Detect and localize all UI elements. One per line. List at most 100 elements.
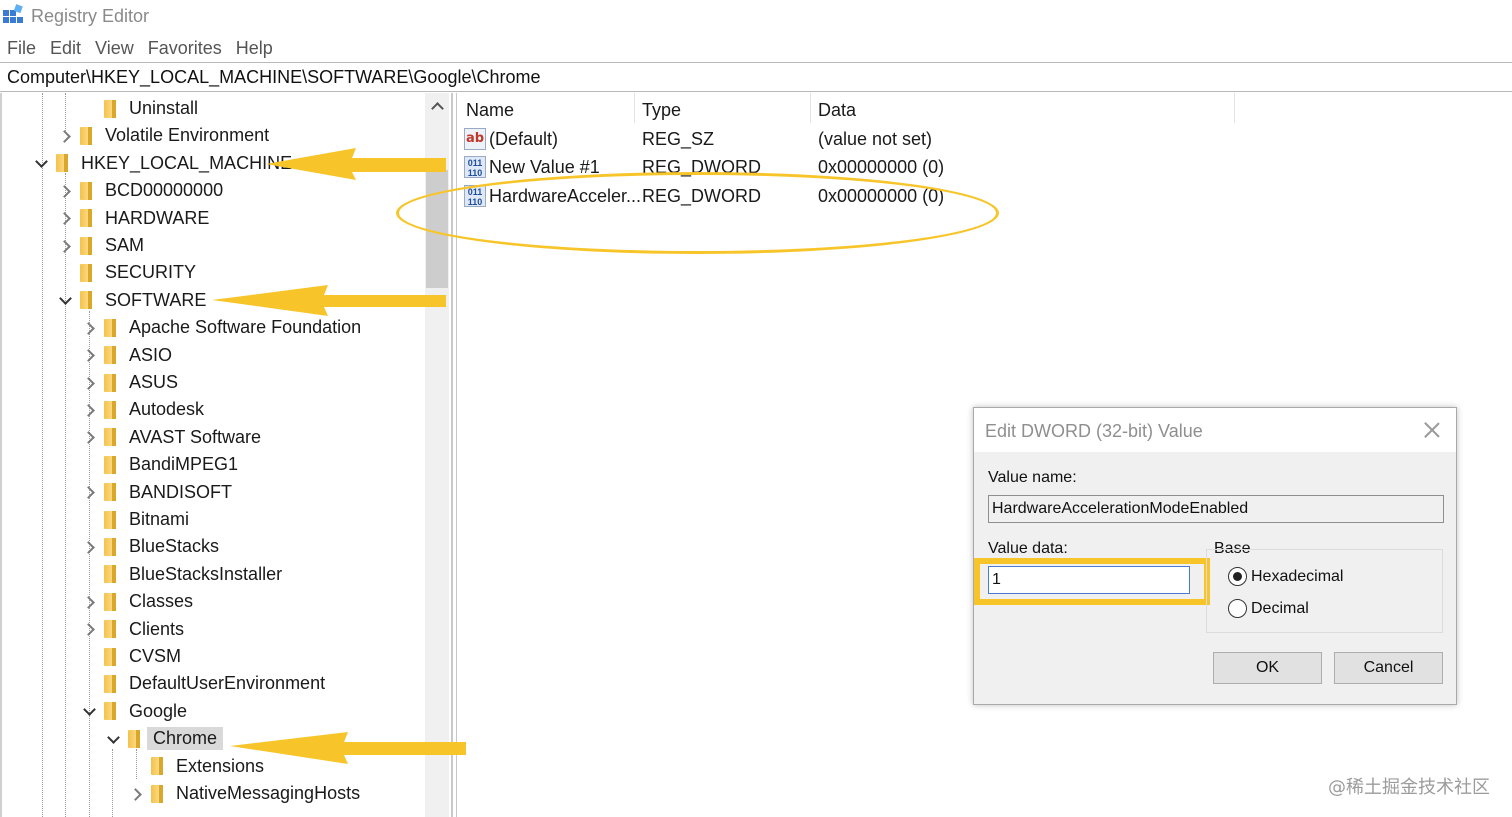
- chevron-right-icon[interactable]: [82, 321, 96, 335]
- chevron-right-icon[interactable]: [58, 184, 72, 198]
- chevron-right-icon[interactable]: [82, 485, 96, 499]
- tree-item[interactable]: BANDISOFT: [82, 479, 232, 506]
- value-row-default[interactable]: ab (Default) REG_SZ (value not set): [458, 125, 1258, 153]
- chevron-right-icon[interactable]: [82, 403, 96, 417]
- column-type[interactable]: Type: [642, 100, 681, 121]
- dialog-title: Edit DWORD (32-bit) Value: [985, 421, 1203, 441]
- tree-item[interactable]: DefaultUserEnvironment: [82, 670, 325, 697]
- chevron-right-icon[interactable]: [129, 787, 143, 801]
- folder-icon: [104, 428, 118, 447]
- folder-icon: [56, 154, 70, 173]
- folder-icon: [80, 291, 94, 310]
- tree-item[interactable]: HARDWARE: [58, 205, 209, 232]
- column-separator[interactable]: [810, 93, 811, 123]
- menu-file[interactable]: File: [7, 36, 36, 60]
- scroll-up-icon[interactable]: [431, 100, 443, 112]
- tree-item-label: Volatile Environment: [105, 125, 270, 146]
- chevron-right-icon[interactable]: [82, 348, 96, 362]
- value-type: REG_SZ: [642, 129, 715, 149]
- chevron-down-icon[interactable]: [34, 156, 48, 170]
- chevron-down-icon[interactable]: [82, 704, 96, 718]
- menu-view[interactable]: View: [95, 36, 134, 60]
- column-name[interactable]: Name: [466, 100, 514, 121]
- chevron-down-icon[interactable]: [106, 732, 120, 746]
- hexadecimal-label[interactable]: Hexadecimal: [1251, 568, 1343, 586]
- tree-item-label: HKEY_LOCAL_MACHINE: [81, 152, 293, 173]
- menu-help[interactable]: Help: [236, 36, 273, 60]
- tree-item[interactable]: Apache Software Foundation: [82, 314, 361, 341]
- tree-item[interactable]: AVAST Software: [82, 424, 261, 451]
- tree-guide-line: [42, 93, 43, 817]
- value-name-field[interactable]: HardwareAccelerationModeEnabled: [988, 495, 1444, 523]
- tree-item[interactable]: Uninstall: [82, 95, 198, 122]
- menu-favorites[interactable]: Favorites: [148, 36, 222, 60]
- tree-item[interactable]: Autodesk: [82, 396, 204, 423]
- address-path[interactable]: Computer\HKEY_LOCAL_MACHINE\SOFTWARE\Goo…: [7, 67, 541, 88]
- tree-item[interactable]: HKEY_LOCAL_MACHINE: [34, 150, 292, 177]
- tree-item-label: Bitnami: [129, 509, 190, 529]
- chevron-right-icon[interactable]: [82, 622, 96, 636]
- decimal-label[interactable]: Decimal: [1251, 600, 1309, 618]
- folder-icon: [80, 126, 94, 145]
- column-separator[interactable]: [1234, 93, 1235, 123]
- tree-item[interactable]: Volatile Environment: [58, 122, 269, 149]
- folder-icon: [104, 537, 118, 556]
- decimal-radio[interactable]: [1228, 599, 1247, 618]
- chevron-down-icon[interactable]: [58, 293, 72, 307]
- tree-item[interactable]: BandiMPEG1: [82, 451, 238, 478]
- folder-icon: [104, 346, 118, 365]
- value-name-label: Value name:: [988, 469, 1077, 486]
- tree-item[interactable]: BlueStacks: [82, 533, 219, 560]
- tree-item[interactable]: NativeMessagingHosts: [129, 780, 360, 807]
- value-data-label: Value data:: [988, 540, 1068, 557]
- tree-item[interactable]: CVSM: [82, 643, 181, 670]
- tree-item-label: Apache Software Foundation: [129, 317, 362, 338]
- chevron-right-icon[interactable]: [82, 376, 96, 390]
- tree-item-label: HARDWARE: [105, 207, 210, 228]
- tree-item[interactable]: ASUS: [82, 369, 178, 396]
- tree-item-label: SECURITY: [105, 262, 197, 283]
- tree-item[interactable]: BCD00000000: [58, 177, 223, 204]
- chevron-right-icon[interactable]: [58, 129, 72, 143]
- tree-item[interactable]: SOFTWARE: [58, 287, 206, 314]
- tree-item-label: NativeMessagingHosts: [176, 783, 361, 803]
- folder-icon: [80, 236, 94, 255]
- address-bar[interactable]: Computer\HKEY_LOCAL_MACHINE\SOFTWARE\Goo…: [0, 62, 1512, 92]
- column-data[interactable]: Data: [818, 100, 856, 121]
- tree-item-label: CVSM: [129, 646, 182, 666]
- annotation-arrow-icon: [212, 285, 446, 316]
- tree-item[interactable]: Chrome: [106, 725, 224, 752]
- tree-item[interactable]: Google: [82, 698, 187, 725]
- window-title: Registry Editor: [31, 6, 150, 26]
- tree-item[interactable]: Bitnami: [82, 506, 189, 533]
- chevron-right-icon[interactable]: [58, 239, 72, 253]
- hexadecimal-radio[interactable]: [1228, 567, 1247, 586]
- tree-item-label: BANDISOFT: [129, 481, 233, 502]
- close-icon[interactable]: [1422, 420, 1442, 440]
- tree-item[interactable]: BlueStacksInstaller: [82, 561, 282, 588]
- folder-icon: [104, 592, 118, 611]
- tree-item-label: BandiMPEG1: [129, 454, 239, 475]
- tree-item-label: DefaultUserEnvironment: [129, 673, 326, 694]
- cancel-button[interactable]: Cancel: [1334, 652, 1443, 684]
- tree-item-label: Autodesk: [129, 399, 205, 420]
- annotation-arrow-icon: [266, 148, 446, 180]
- chevron-right-icon[interactable]: [58, 211, 72, 225]
- folder-icon: [104, 702, 118, 721]
- tree-item[interactable]: Classes: [82, 588, 193, 615]
- key-tree[interactable]: Uninstall Volatile Environment HKEY_LOCAL_…: [0, 93, 449, 817]
- tree-item[interactable]: SAM: [58, 232, 144, 259]
- chevron-right-icon[interactable]: [82, 595, 96, 609]
- ok-button[interactable]: OK: [1213, 652, 1322, 684]
- chevron-right-icon[interactable]: [82, 430, 96, 444]
- folder-icon: [104, 483, 118, 502]
- column-separator[interactable]: [634, 93, 635, 123]
- tree-item-label: ASIO: [129, 344, 173, 365]
- tree-item[interactable]: ASIO: [82, 342, 172, 369]
- tree-item[interactable]: SECURITY: [58, 259, 196, 286]
- tree-item[interactable]: Clients: [82, 616, 184, 643]
- dword-value-icon: 011 110: [464, 156, 486, 178]
- chevron-right-icon[interactable]: [82, 540, 96, 554]
- menu-edit[interactable]: Edit: [50, 36, 81, 60]
- title-bar: Registry Editor: [0, 0, 1512, 34]
